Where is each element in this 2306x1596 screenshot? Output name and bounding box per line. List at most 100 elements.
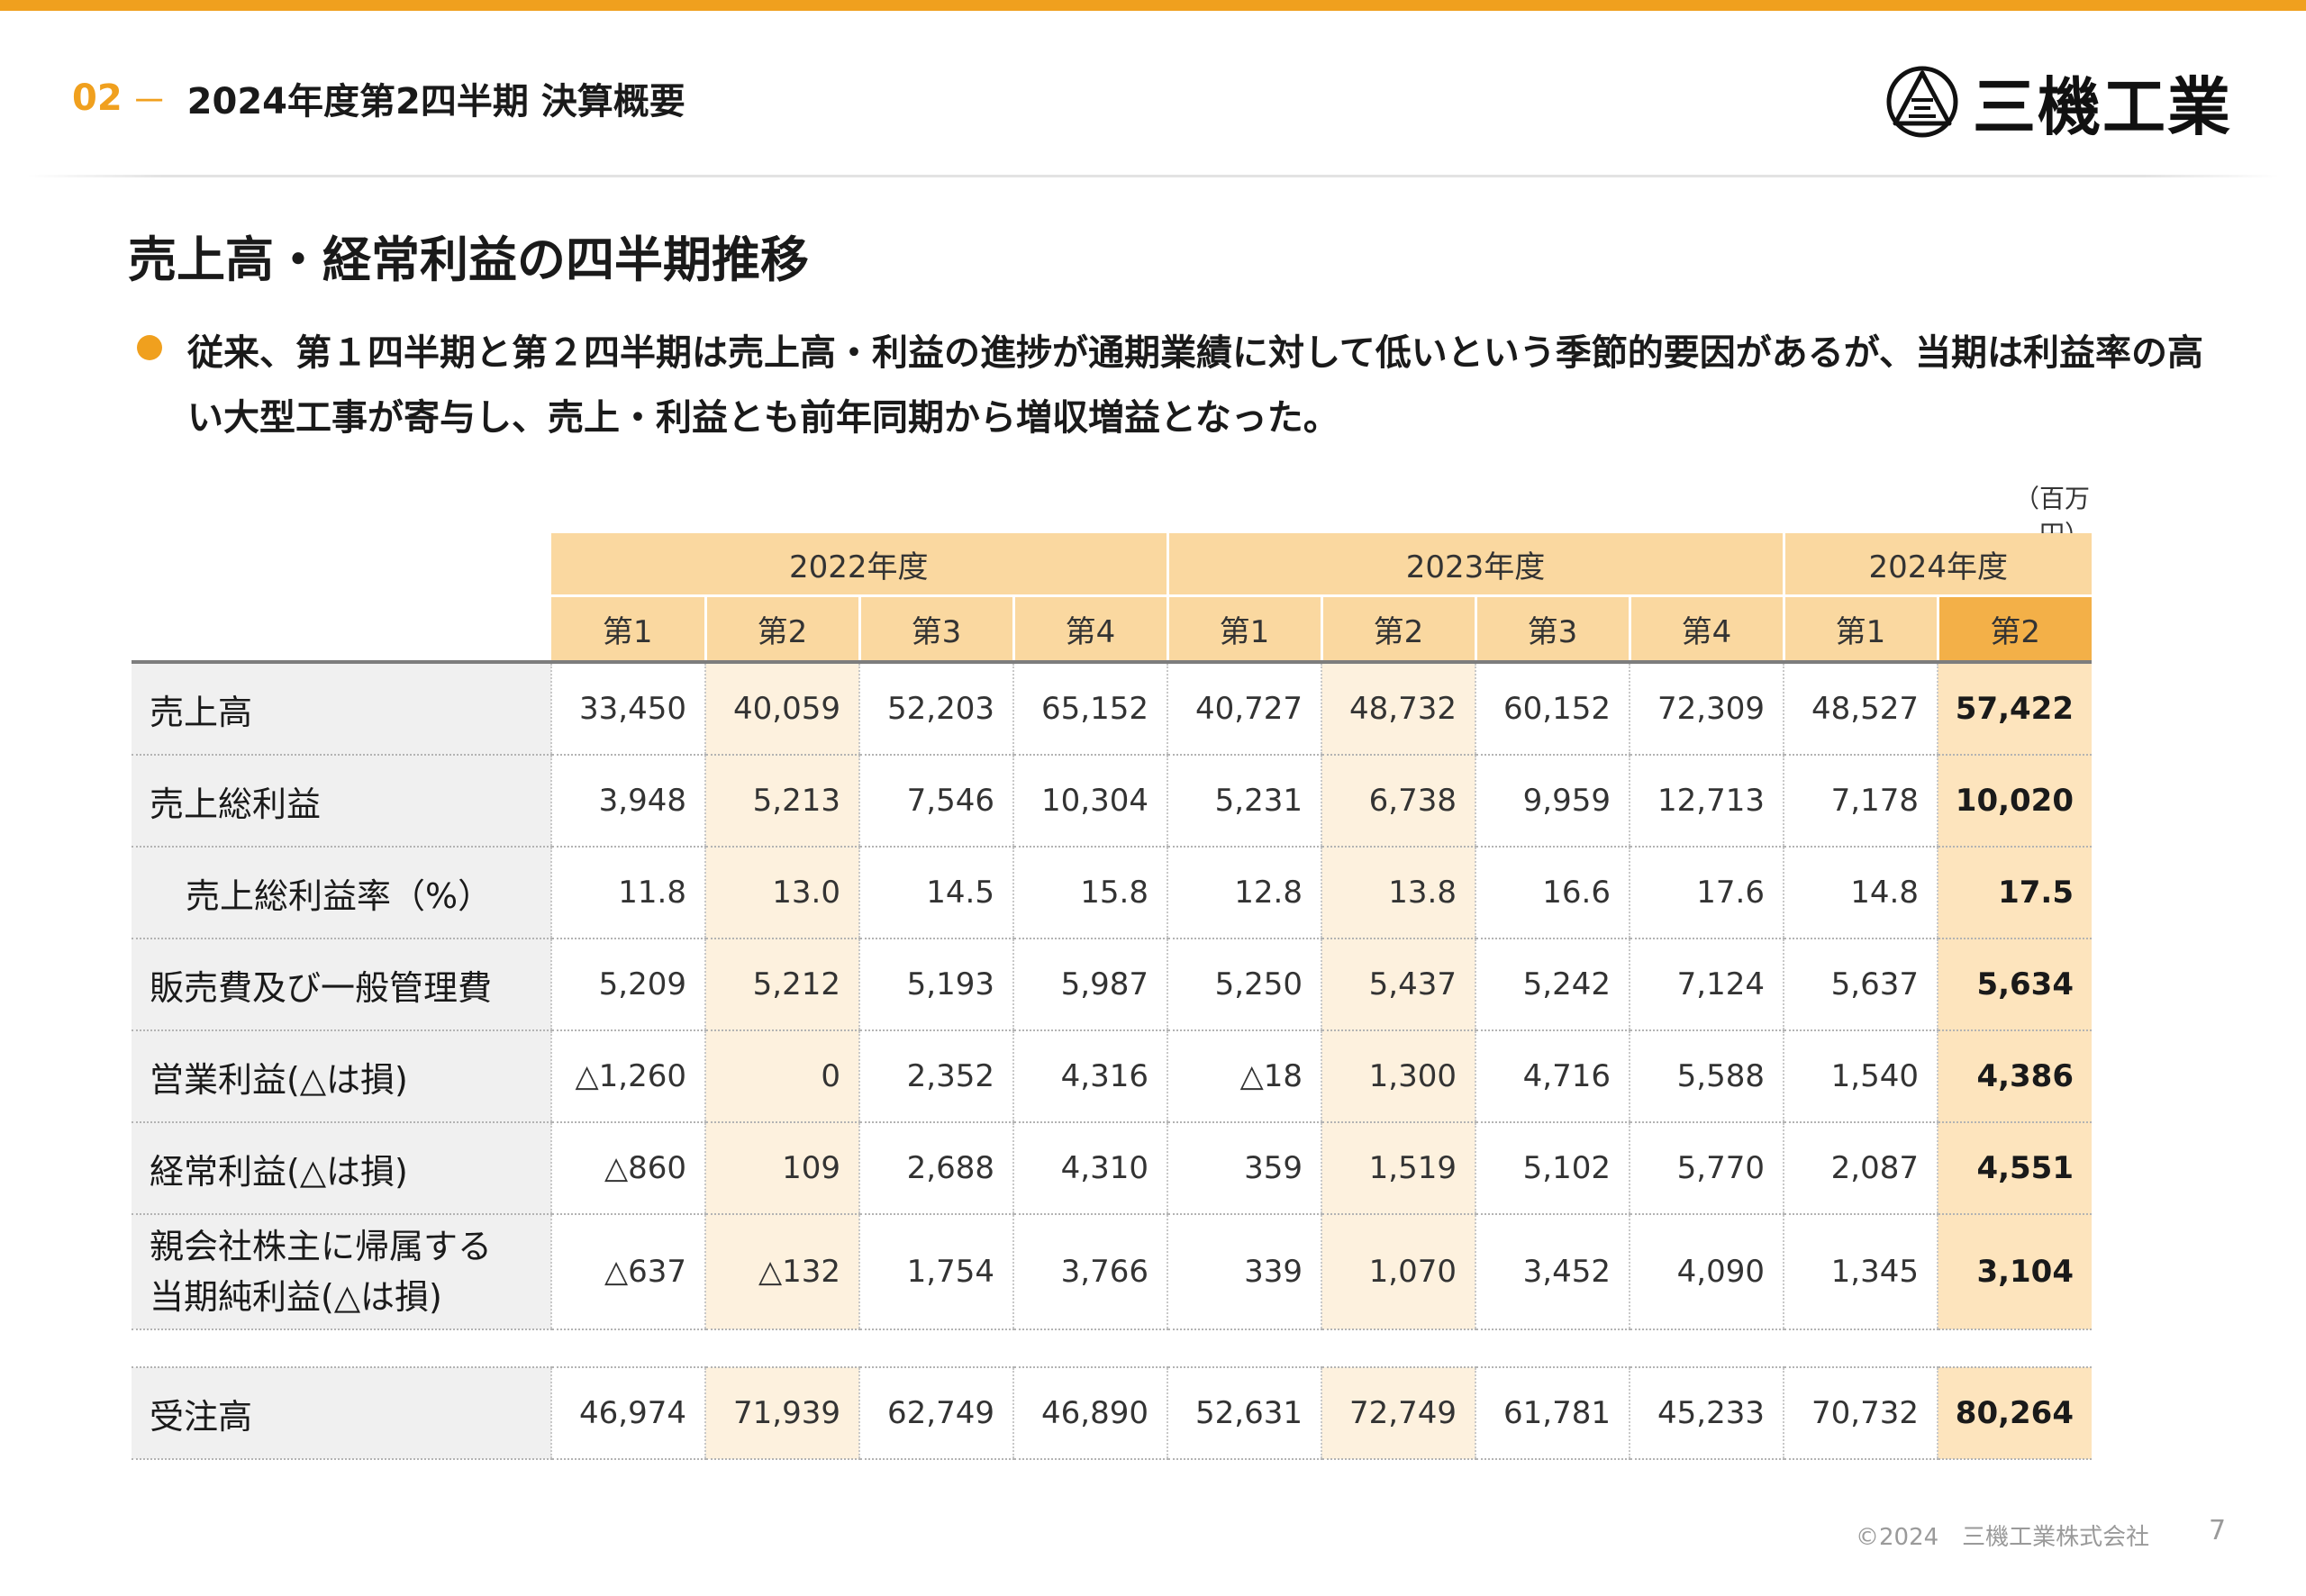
page-number: 7	[2209, 1515, 2227, 1546]
table-row: 販売費及び一般管理費 5,209 5,212 5,193 5,987 5,250…	[132, 939, 2092, 1031]
table-cell: 46,890	[1012, 1366, 1167, 1460]
table-cell: 1,519	[1321, 1122, 1475, 1215]
table-cell: 72,309	[1629, 660, 1784, 756]
table-cell: 7,178	[1783, 755, 1938, 848]
table-cell: 9,959	[1475, 755, 1630, 848]
quarterly-results-table: 2022年度 2023年度 2024年度 第1 第2 第3 第4 第1 第2 第…	[132, 533, 2092, 1460]
table-cell: △1,260	[550, 1030, 705, 1123]
quarter-header: 第3	[1475, 595, 1631, 662]
row-label: 受注高	[132, 1366, 551, 1460]
company-logo: 三機工業	[1884, 63, 2232, 144]
table-row: 売上総利益 3,948 5,213 7,546 10,304 5,231 6,7…	[132, 755, 2092, 848]
table-cell: 2,352	[858, 1030, 1013, 1123]
table-cell: 60,152	[1475, 660, 1630, 756]
table-row: 経常利益(△は損) △860 109 2,688 4,310 359 1,519…	[132, 1122, 2092, 1215]
table-cell: 40,727	[1167, 660, 1321, 756]
table-cell: 3,948	[550, 755, 705, 848]
quarter-header: 第1	[1784, 595, 1939, 662]
table-cell-current: 5,634	[1937, 939, 2092, 1031]
row-label-line: 当期純利益(△は損)	[150, 1277, 442, 1317]
year-header: 2023年度	[1167, 533, 1785, 597]
table-cell: 4,316	[1012, 1030, 1167, 1123]
copyright: ©2024 三機工業株式会社	[1856, 1524, 2150, 1551]
sanki-triangle-logo-icon	[1886, 66, 1958, 138]
quarter-header: 第2	[705, 595, 861, 662]
section-number: 02	[72, 77, 123, 119]
table-cell: 3,766	[1012, 1214, 1167, 1330]
table-cell: 109	[704, 1122, 859, 1215]
table-cell: 1,754	[858, 1214, 1013, 1330]
table-cell: 62,749	[858, 1366, 1013, 1460]
row-label-line: 親会社株主に帰属する	[150, 1227, 493, 1266]
top-accent-bar	[0, 0, 2306, 11]
table-cell: 17.6	[1629, 847, 1784, 939]
table-cell: 7,124	[1629, 939, 1784, 1031]
table-cell: 5,437	[1321, 939, 1475, 1031]
table-cell: 359	[1167, 1122, 1321, 1215]
table-cell: 5,102	[1475, 1122, 1630, 1215]
quarter-header: 第1	[1167, 595, 1323, 662]
table-row: 営業利益(△は損) △1,260 0 2,352 4,316 △18 1,300…	[132, 1030, 2092, 1123]
table-cell: 14.5	[858, 847, 1013, 939]
table-cell: 5,588	[1629, 1030, 1784, 1123]
table-cell: 61,781	[1475, 1366, 1630, 1460]
table-cell-current: 10,020	[1937, 755, 2092, 848]
table-cell: 46,974	[550, 1366, 705, 1460]
table-cell: 13.0	[704, 847, 859, 939]
table-cell-current: 4,386	[1937, 1030, 2092, 1123]
table-cell: 16.6	[1475, 847, 1630, 939]
table-cell-current: 4,551	[1937, 1122, 2092, 1215]
table-cell: 1,345	[1783, 1214, 1938, 1330]
table-spacer	[132, 1329, 2092, 1367]
table-cell: 1,540	[1783, 1030, 1938, 1123]
table-cell: 5,231	[1167, 755, 1321, 848]
table-cell: △637	[550, 1214, 705, 1330]
table-cell: 48,527	[1783, 660, 1938, 756]
table-cell: 5,209	[550, 939, 705, 1031]
section-dash: －	[131, 81, 168, 122]
quarter-header-current: 第2	[1938, 595, 2092, 662]
table-cell: 10,304	[1012, 755, 1167, 848]
table-cell: 5,250	[1167, 939, 1321, 1031]
row-label: 売上総利益	[132, 755, 551, 848]
slide-title: 2024年度第2四半期 決算概要	[186, 81, 685, 122]
section-title: 売上高・経常利益の四半期推移	[128, 231, 809, 288]
table-cell: 11.8	[550, 847, 705, 939]
quarter-header: 第4	[1630, 595, 1785, 662]
table-cell: 0	[704, 1030, 859, 1123]
table-cell-current: 80,264	[1937, 1366, 2092, 1460]
table-cell: 45,233	[1629, 1366, 1784, 1460]
table-cell: 12,713	[1629, 755, 1784, 848]
table-cell: 5,987	[1012, 939, 1167, 1031]
table-cell-current: 3,104	[1937, 1214, 2092, 1330]
table-cell: 1,300	[1321, 1030, 1475, 1123]
table-cell: 7,546	[858, 755, 1013, 848]
slide-header: 02 － 2024年度第2四半期 決算概要	[72, 76, 685, 122]
table-cell: 48,732	[1321, 660, 1475, 756]
table-corner	[132, 533, 551, 662]
table-cell: △18	[1167, 1030, 1321, 1123]
table-cell: 70,732	[1783, 1366, 1938, 1460]
quarter-header: 第1	[551, 595, 707, 662]
table-cell: 3,452	[1475, 1214, 1630, 1330]
summary-text: 従来、第１四半期と第２四半期は売上高・利益の進捗が通期業績に対して低いという季節…	[187, 332, 2203, 439]
table-cell: 4,310	[1012, 1122, 1167, 1215]
table-cell: 72,749	[1321, 1366, 1475, 1460]
table-cell: 2,688	[858, 1122, 1013, 1215]
table-cell: 33,450	[550, 660, 705, 756]
bullet-dot-icon	[137, 335, 162, 360]
table-cell: 4,090	[1629, 1214, 1784, 1330]
row-label: 経常利益(△は損)	[132, 1122, 551, 1215]
table-cell: 5,242	[1475, 939, 1630, 1031]
table-cell: 5,193	[858, 939, 1013, 1031]
table-cell: 13.8	[1321, 847, 1475, 939]
year-header: 2024年度	[1784, 533, 2092, 597]
row-label: 売上総利益率（%）	[132, 847, 551, 939]
row-label: 営業利益(△は損)	[132, 1030, 551, 1123]
table-cell: 5,637	[1783, 939, 1938, 1031]
quarter-header: 第3	[859, 595, 1015, 662]
table-cell: 65,152	[1012, 660, 1167, 756]
table-cell: 71,939	[704, 1366, 859, 1460]
row-label: 売上高	[132, 660, 551, 756]
year-header: 2022年度	[551, 533, 1169, 597]
